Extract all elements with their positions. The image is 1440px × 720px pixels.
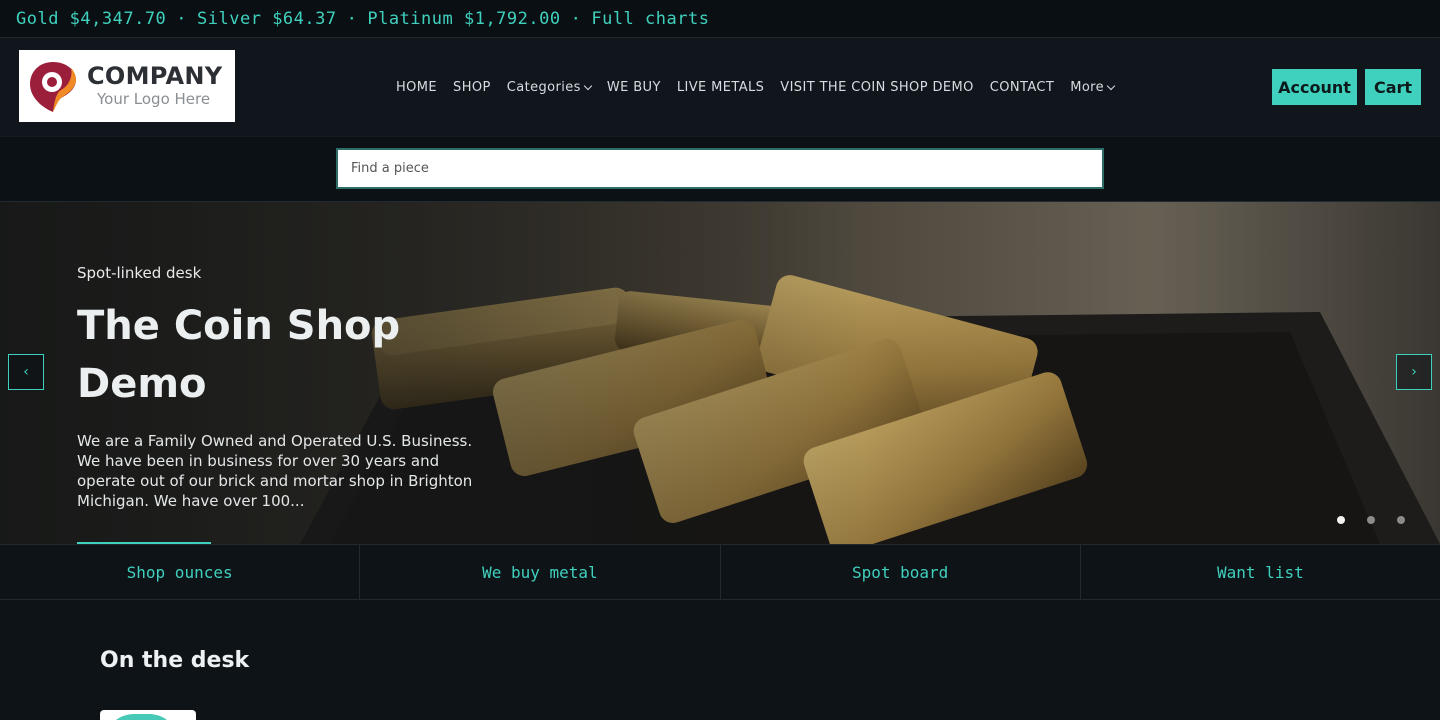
nav-contact-label: CONTACT: [989, 79, 1055, 95]
ticker-separator: ·: [570, 8, 582, 29]
chevron-down-icon: [1106, 81, 1116, 90]
logo-company-name: COMPANY: [87, 62, 223, 90]
logo-text: COMPANY Your Logo Here: [87, 63, 222, 109]
ticker-separator: ·: [176, 8, 188, 29]
nav-home-label: HOME: [396, 79, 438, 95]
hero-description: We are a Family Owned and Operated U.S. …: [77, 432, 473, 510]
hero-progress-indicator: [77, 542, 211, 544]
hero-content: Spot-linked desk The Coin Shop Demo We a…: [77, 264, 487, 511]
full-charts-link[interactable]: Full charts: [591, 9, 709, 29]
nav-visit-demo[interactable]: VISIT THE COIN SHOP DEMO: [780, 80, 973, 95]
search-input[interactable]: [336, 148, 1104, 189]
carousel-prev-button[interactable]: ‹: [8, 354, 44, 390]
chevron-down-icon: [583, 81, 593, 90]
nav-contact[interactable]: CONTACT: [990, 80, 1054, 95]
hero-carousel: Spot-linked desk The Coin Shop Demo We a…: [0, 202, 1440, 544]
carousel-dot-2[interactable]: [1367, 516, 1375, 524]
product-thumbnail: [104, 714, 179, 720]
quick-link-we-buy-metal[interactable]: We buy metal: [360, 545, 721, 599]
nav-home[interactable]: HOME: [396, 80, 437, 95]
nav-we-buy[interactable]: WE BUY: [607, 80, 661, 95]
hero-eyebrow: Spot-linked desk: [77, 264, 202, 282]
carousel-dot-3[interactable]: [1397, 516, 1405, 524]
quick-link-want-list[interactable]: Want list: [1081, 545, 1440, 599]
on-the-desk-section: On the desk: [0, 600, 1440, 720]
ticker-platinum: Platinum $1,792.00: [367, 8, 561, 29]
company-logo[interactable]: COMPANY Your Logo Here: [19, 50, 235, 122]
nav-we-buy-label: WE BUY: [606, 79, 661, 95]
chevron-right-icon: ›: [1411, 364, 1417, 380]
carousel-dot-1[interactable]: [1337, 516, 1345, 524]
section-title: On the desk: [100, 648, 250, 673]
nav-visit-demo-label: VISIT THE COIN SHOP DEMO: [780, 79, 974, 95]
ticker-gold: Gold $4,347.70: [16, 8, 167, 29]
nav-shop-label: SHOP: [453, 79, 491, 95]
nav-more-dropdown[interactable]: More: [1070, 79, 1116, 95]
nav-live-metals-label: LIVE METALS: [676, 79, 765, 95]
product-card[interactable]: [100, 710, 196, 720]
quick-link-shop-ounces[interactable]: Shop ounces: [0, 545, 361, 599]
nav-shop[interactable]: SHOP: [453, 80, 491, 95]
account-button[interactable]: Account: [1272, 69, 1357, 105]
nav-categories-label: Categories: [506, 79, 581, 95]
map-pin-logo-icon: [25, 58, 81, 114]
site-header: COMPANY Your Logo Here HOME SHOP Categor…: [0, 38, 1440, 136]
logo-tagline: Your Logo Here: [97, 90, 211, 108]
ticker-separator: ·: [346, 8, 358, 29]
nav-live-metals[interactable]: LIVE METALS: [677, 80, 764, 95]
cart-button[interactable]: Cart: [1365, 69, 1421, 105]
price-ticker: Gold $4,347.70 · Silver $64.37 · Platinu…: [0, 0, 1440, 38]
chevron-left-icon: ‹: [23, 364, 29, 380]
nav-more-label: More: [1070, 79, 1105, 95]
carousel-next-button[interactable]: ›: [1396, 354, 1432, 390]
quick-link-spot-board[interactable]: Spot board: [721, 545, 1081, 599]
main-navigation: HOME SHOP Categories WE BUY LIVE METALS …: [396, 38, 1130, 136]
quick-links: Shop ounces We buy metal Spot board Want…: [0, 544, 1440, 600]
nav-categories-dropdown[interactable]: Categories: [506, 79, 593, 95]
ticker-silver: Silver $64.37: [197, 8, 337, 29]
carousel-pagination: [1337, 516, 1405, 524]
search-bar: [0, 136, 1440, 202]
hero-title: The Coin Shop Demo: [77, 303, 401, 407]
